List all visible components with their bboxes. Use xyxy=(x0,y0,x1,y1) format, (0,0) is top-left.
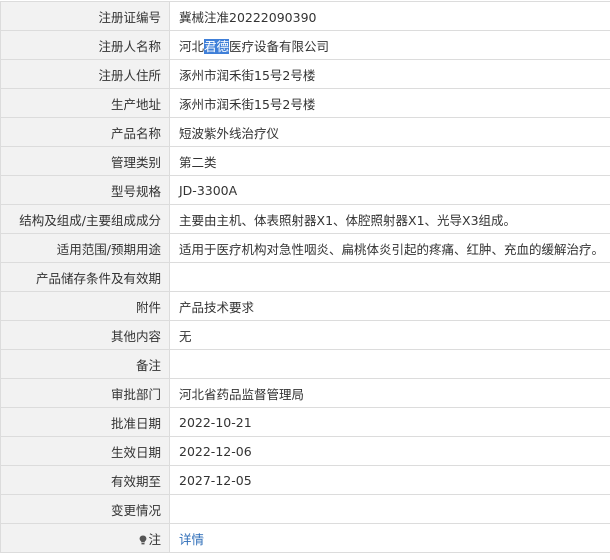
selected-text[interactable]: 君德 xyxy=(204,39,229,54)
label-approval-department: 审批部门 xyxy=(1,379,170,408)
value-remarks xyxy=(170,350,610,379)
value-intended-use: 适用于医疗机构对急性咽炎、扁桃体炎引起的疼痛、红肿、充血的缓解治疗。 xyxy=(170,234,610,263)
registrant-name-part2: 医疗设备有限公司 xyxy=(229,39,329,54)
label-change-status: 变更情况 xyxy=(1,495,170,524)
row-registrant-address: 注册人住所 涿州市润禾街15号2号楼 xyxy=(1,60,610,89)
value-note: 详情 xyxy=(170,524,610,553)
value-registration-number: 冀械注准20222090390 xyxy=(170,2,610,31)
row-note: 注 详情 xyxy=(1,524,610,553)
row-approval-department: 审批部门 河北省药品监督管理局 xyxy=(1,379,610,408)
row-effective-date: 生效日期 2022-12-06 xyxy=(1,437,610,466)
value-valid-until: 2027-12-05 xyxy=(170,466,610,495)
label-other-content: 其他内容 xyxy=(1,321,170,350)
value-approval-department: 河北省药品监督管理局 xyxy=(170,379,610,408)
value-change-status xyxy=(170,495,610,524)
label-management-category: 管理类别 xyxy=(1,147,170,176)
row-approval-date: 批准日期 2022-10-21 xyxy=(1,408,610,437)
value-attachment: 产品技术要求 xyxy=(170,292,610,321)
registration-detail-table: 注册证编号 冀械注准20222090390 注册人名称 河北君德医疗设备有限公司… xyxy=(0,1,610,553)
label-note: 注 xyxy=(1,524,170,553)
row-remarks: 备注 xyxy=(1,350,610,379)
value-production-address: 涿州市润禾街15号2号楼 xyxy=(170,89,610,118)
value-storage-validity xyxy=(170,263,610,292)
value-product-name: 短波紫外线治疗仪 xyxy=(170,118,610,147)
label-registrant-address: 注册人住所 xyxy=(1,60,170,89)
row-product-name: 产品名称 短波紫外线治疗仪 xyxy=(1,118,610,147)
row-valid-until: 有效期至 2027-12-05 xyxy=(1,466,610,495)
row-registration-number: 注册证编号 冀械注准20222090390 xyxy=(1,2,610,31)
label-structure-composition: 结构及组成/主要组成成分 xyxy=(1,205,170,234)
row-change-status: 变更情况 xyxy=(1,495,610,524)
label-valid-until: 有效期至 xyxy=(1,466,170,495)
note-label-text: 注 xyxy=(148,532,161,547)
value-other-content: 无 xyxy=(170,321,610,350)
row-registrant-name: 注册人名称 河北君德医疗设备有限公司 xyxy=(1,31,610,60)
row-attachment: 附件 产品技术要求 xyxy=(1,292,610,321)
lightbulb-icon xyxy=(139,533,147,543)
value-management-category: 第二类 xyxy=(170,147,610,176)
label-production-address: 生产地址 xyxy=(1,89,170,118)
label-product-name: 产品名称 xyxy=(1,118,170,147)
label-intended-use: 适用范围/预期用途 xyxy=(1,234,170,263)
value-registrant-address: 涿州市润禾街15号2号楼 xyxy=(170,60,610,89)
label-registration-number: 注册证编号 xyxy=(1,2,170,31)
row-intended-use: 适用范围/预期用途 适用于医疗机构对急性咽炎、扁桃体炎引起的疼痛、红肿、充血的缓… xyxy=(1,234,610,263)
value-model-spec: JD-3300A xyxy=(170,176,610,205)
registrant-name-part1: 河北 xyxy=(179,39,204,54)
label-registrant-name: 注册人名称 xyxy=(1,31,170,60)
value-approval-date: 2022-10-21 xyxy=(170,408,610,437)
value-effective-date: 2022-12-06 xyxy=(170,437,610,466)
value-structure-composition: 主要由主机、体表照射器X1、体腔照射器X1、光导X3组成。 xyxy=(170,205,610,234)
label-attachment: 附件 xyxy=(1,292,170,321)
row-production-address: 生产地址 涿州市润禾街15号2号楼 xyxy=(1,89,610,118)
row-management-category: 管理类别 第二类 xyxy=(1,147,610,176)
details-link[interactable]: 详情 xyxy=(179,532,204,547)
label-effective-date: 生效日期 xyxy=(1,437,170,466)
row-storage-validity: 产品储存条件及有效期 xyxy=(1,263,610,292)
row-other-content: 其他内容 无 xyxy=(1,321,610,350)
label-model-spec: 型号规格 xyxy=(1,176,170,205)
label-remarks: 备注 xyxy=(1,350,170,379)
value-registrant-name: 河北君德医疗设备有限公司 xyxy=(170,31,610,60)
row-structure-composition: 结构及组成/主要组成成分 主要由主机、体表照射器X1、体腔照射器X1、光导X3组… xyxy=(1,205,610,234)
row-model-spec: 型号规格 JD-3300A xyxy=(1,176,610,205)
label-approval-date: 批准日期 xyxy=(1,408,170,437)
label-storage-validity: 产品储存条件及有效期 xyxy=(1,263,170,292)
